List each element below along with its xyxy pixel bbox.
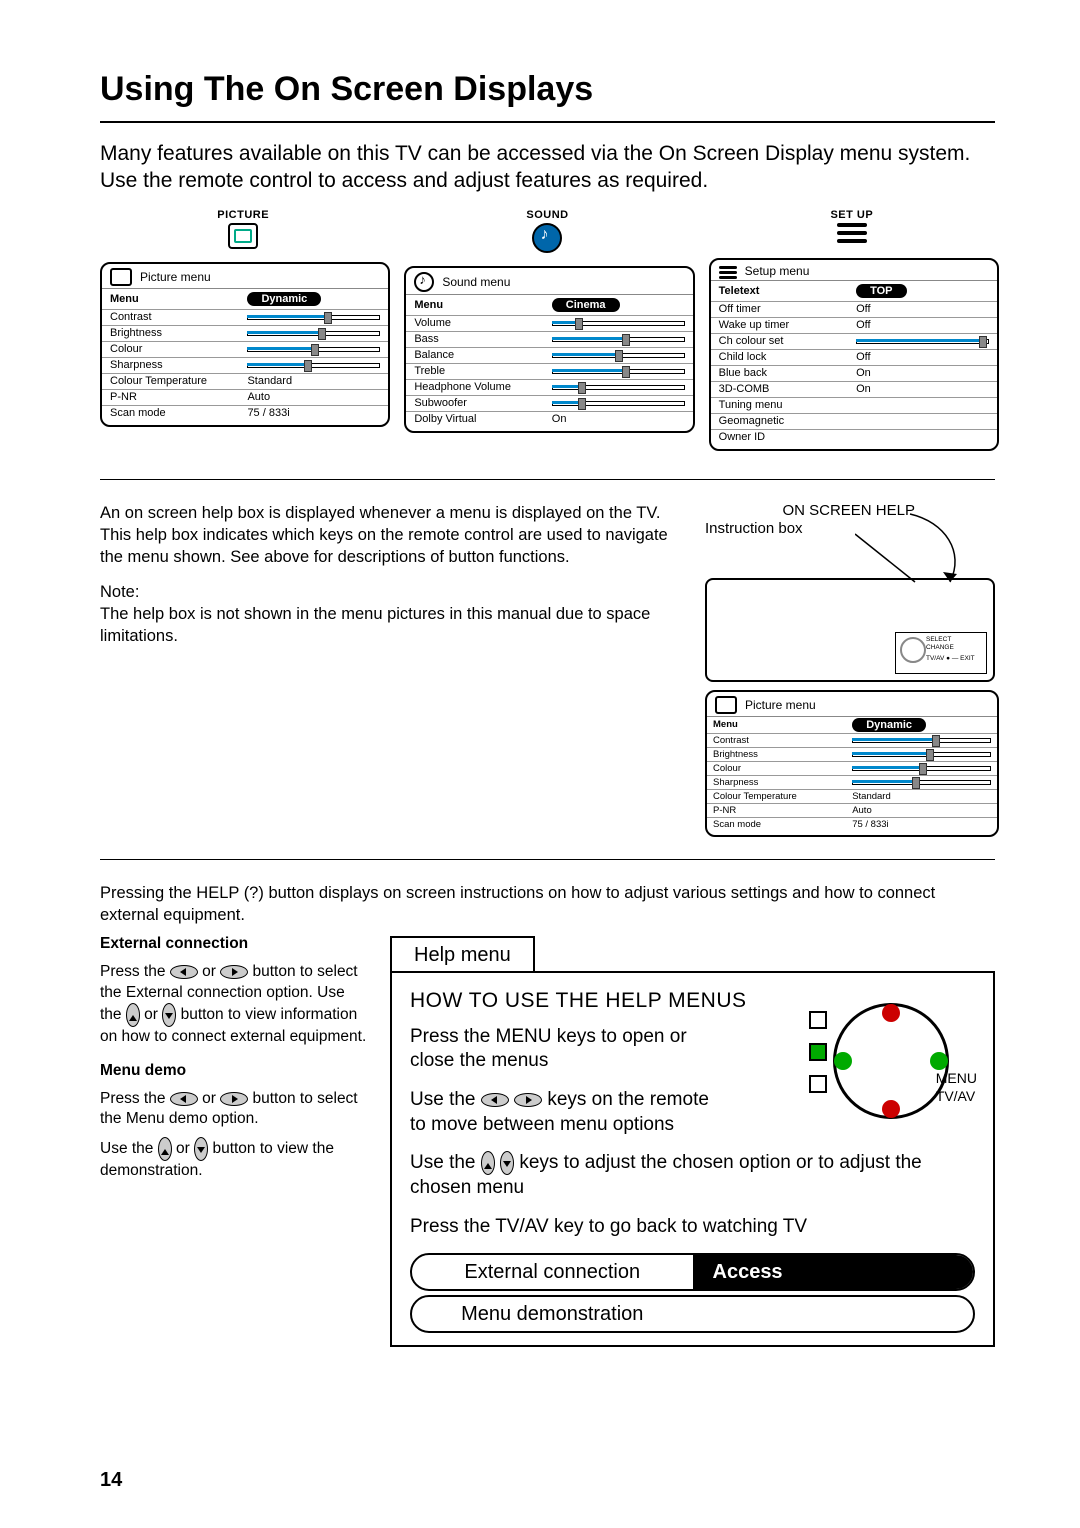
remote-menu-label: MENU: [936, 1069, 977, 1087]
nav-ring-icon: [900, 637, 926, 663]
help-menu-tab: Help menu: [390, 936, 535, 973]
external-connection-text: Press the or button to select the Extern…: [100, 962, 370, 1046]
help-menu-panel: HOW TO USE THE HELP MENUS Press the MENU…: [390, 971, 995, 1347]
left-button-icon: [481, 1093, 509, 1107]
sound-category-icon: [532, 223, 562, 253]
up-button-icon: [158, 1137, 172, 1161]
helpbox-select-label: SELECT: [926, 636, 975, 644]
nav-ring-icon: [833, 1003, 949, 1119]
callout-instruction-box: Instruction box: [705, 520, 803, 537]
down-button-icon: [500, 1151, 514, 1175]
rule: [100, 121, 995, 123]
picture-menu-title: Picture menu: [140, 270, 211, 284]
menu-demo-heading: Menu demo: [100, 1062, 186, 1079]
picture-menu-title-small: Picture menu: [745, 698, 816, 712]
up-button-icon: [481, 1151, 495, 1175]
help-box-diagram: SELECT CHANGE TV/AV ● — EXIT: [895, 632, 987, 674]
picture-category-icon: [228, 223, 258, 249]
help-step-1: Press the MENU keys to open or close the…: [410, 1025, 710, 1074]
external-connection-heading: External connection: [100, 935, 248, 952]
menu-key-icon: [809, 1043, 827, 1061]
sound-menu-title: Sound menu: [442, 275, 510, 289]
helpbox-exit-label: TV/AV ● — EXIT: [926, 655, 975, 663]
help-row-empty: [693, 1297, 974, 1331]
picture-menu-panel: Picture menu MenuDynamicContrastBrightne…: [100, 262, 390, 427]
menu-demo-text-2: Use the or button to view the demonstrat…: [100, 1137, 370, 1181]
right-button-icon: [514, 1093, 542, 1107]
help-para: An on screen help box is displayed whene…: [100, 502, 685, 569]
help-box-section: An on screen help box is displayed whene…: [100, 502, 995, 837]
osd-menus-row: PICTURE Picture menu MenuDynamicContrast…: [100, 209, 995, 451]
picture-category-label: PICTURE: [100, 209, 386, 221]
up-button-icon: [126, 1003, 140, 1027]
nav-up-icon: [882, 1004, 900, 1022]
helpbox-change-label: CHANGE: [926, 644, 975, 652]
note-text: The help box is not shown in the menu pi…: [100, 605, 650, 645]
left-button-icon: [170, 965, 198, 979]
help-step-3: Use the keys to adjust the chosen option…: [410, 1151, 975, 1200]
help-button-intro: Pressing the HELP (?) button displays on…: [100, 882, 995, 927]
setup-category-icon: [837, 223, 867, 245]
nav-down-icon: [882, 1100, 900, 1118]
help-row-label: External connection: [412, 1255, 693, 1289]
down-button-icon: [162, 1003, 176, 1027]
nav-left-icon: [834, 1052, 852, 1070]
help-row-menu-demonstration: Menu demonstration: [410, 1295, 975, 1333]
help-row-label: Menu demonstration: [412, 1297, 693, 1331]
sound-category-label: SOUND: [404, 209, 690, 221]
help-row-external-connection: External connection Access: [410, 1253, 975, 1291]
rule: [100, 859, 995, 860]
right-button-icon: [220, 1092, 248, 1106]
intro-text: Many features available on this TV can b…: [100, 141, 995, 195]
help-step-4: Press the TV/AV key to go back to watchi…: [410, 1215, 975, 1240]
tv-screen-diagram: SELECT CHANGE TV/AV ● — EXIT: [705, 578, 995, 682]
page-title: Using The On Screen Displays: [100, 70, 995, 109]
picture-menu-panel-small: Picture menu MenuDynamicContrastBrightne…: [705, 690, 999, 837]
down-button-icon: [194, 1137, 208, 1161]
remote-diagram: MENU TV/AV: [833, 1003, 973, 1123]
menu-key-icon: [809, 1011, 827, 1029]
setup-menu-title: Setup menu: [745, 264, 810, 278]
picture-menu-icon: [110, 268, 132, 286]
note-label: Note:: [100, 583, 139, 601]
nav-right-icon: [930, 1052, 948, 1070]
help-row-access: Access: [693, 1255, 974, 1289]
page-number: 14: [100, 1469, 122, 1492]
remote-tvav-label: TV/AV: [936, 1087, 977, 1105]
help-step-2: Use the keys on the remote to move betwe…: [410, 1088, 710, 1137]
menu-key-icon: [809, 1075, 827, 1093]
setup-menu-icon: [719, 264, 737, 278]
setup-category-label: SET UP: [709, 209, 995, 221]
picture-menu-icon: [715, 696, 737, 714]
sound-menu-icon: [414, 272, 434, 292]
left-button-icon: [170, 1092, 198, 1106]
right-button-icon: [220, 965, 248, 979]
sound-menu-panel: Sound menu MenuCinemaVolumeBassBalanceTr…: [404, 266, 694, 433]
menu-demo-text-1: Press the or button to select the Menu d…: [100, 1089, 370, 1129]
rule: [100, 479, 995, 480]
setup-menu-panel: Setup menu TeletextTOPOff timerOffWake u…: [709, 258, 999, 451]
